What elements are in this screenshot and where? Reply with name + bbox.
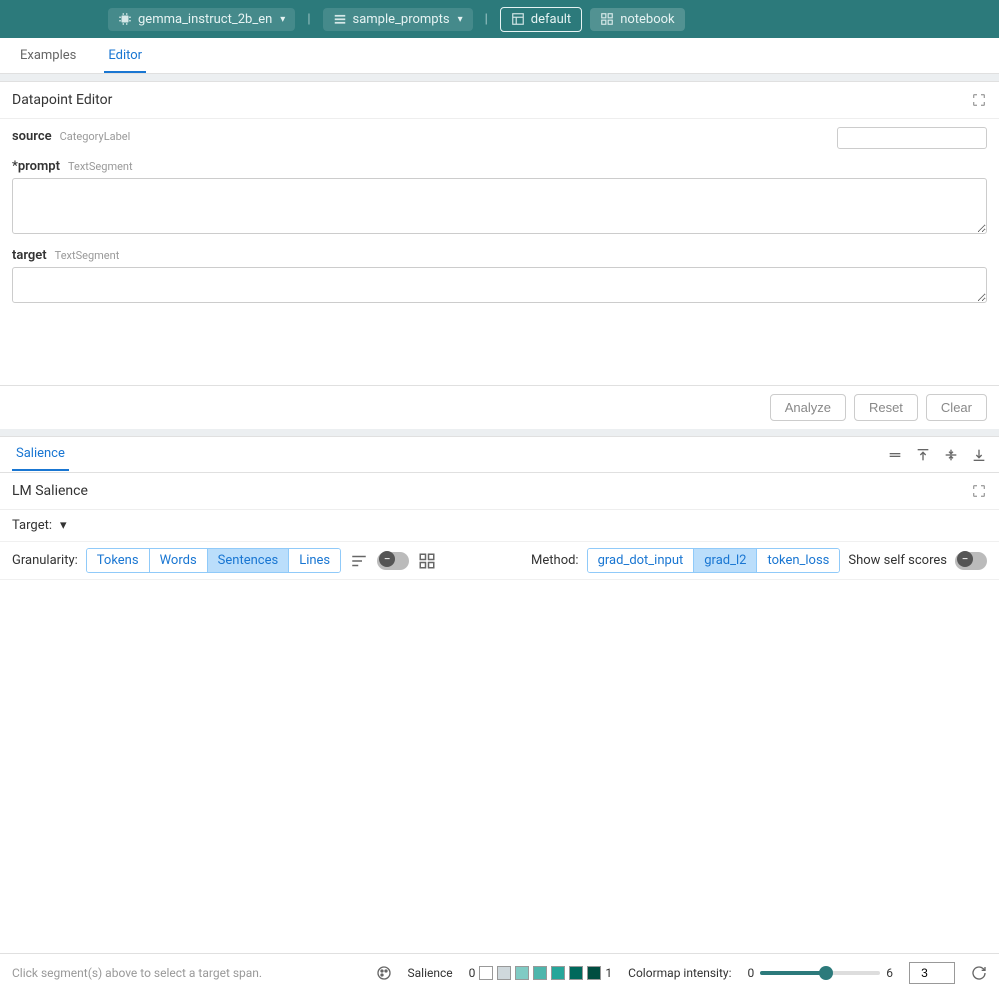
prompt-type: TextSegment [68,160,133,173]
actions-bar: Analyze Reset Clear [0,385,999,429]
top-tabs: Examples Editor [0,38,999,74]
self-scores-toggle[interactable] [955,552,987,570]
panel-title: Datapoint Editor [12,92,112,108]
legend-swatch [569,966,583,980]
refresh-icon[interactable] [971,965,987,981]
target-selector-label: Target: [12,518,52,533]
layout-label: default [531,12,571,27]
granularity-group: Tokens Words Sentences Lines [86,548,341,573]
separator: | [481,12,492,27]
model-selector[interactable]: gemma_instruct_2b_en ▾ [108,8,295,31]
granularity-lines[interactable]: Lines [289,549,340,572]
legend-swatch [479,966,493,980]
legend-max: 1 [605,966,612,980]
chevron-down-icon: ▾ [458,14,463,25]
granularity-tokens[interactable]: Tokens [87,549,150,572]
target-textarea[interactable] [12,267,987,303]
header-bar: gemma_instruct_2b_en ▾ | sample_prompts … [0,0,999,38]
source-type: CategoryLabel [60,130,131,143]
slider-max: 6 [886,966,893,980]
tab-editor[interactable]: Editor [104,40,146,73]
method-group: grad_dot_input grad_l2 token_loss [587,548,841,573]
lm-salience-title: LM Salience [12,483,88,499]
source-label: source [12,129,52,144]
prompt-textarea[interactable] [12,178,987,234]
colormap-label: Colormap intensity: [628,966,731,980]
salience-tabs: Salience [0,437,999,473]
density-icon[interactable] [349,551,369,571]
footer: Click segment(s) above to select a targe… [0,953,999,991]
grid-view-icon[interactable] [417,551,437,571]
divider-strip [0,74,999,82]
fullscreen-icon[interactable] [971,92,987,108]
intensity-input[interactable] [909,962,955,984]
method-token-loss[interactable]: token_loss [757,549,839,572]
salience-legend-label: Salience [408,966,453,980]
granularity-label: Granularity: [12,553,78,568]
tab-salience[interactable]: Salience [12,438,69,471]
target-dropdown[interactable]: ▾ [60,518,67,533]
prompt-label: *prompt [12,159,60,174]
salience-legend: 0 1 [469,966,613,980]
method-grad-dot-input[interactable]: grad_dot_input [588,549,695,572]
tab-examples[interactable]: Examples [16,40,80,73]
legend-swatch [497,966,511,980]
palette-icon [376,965,392,981]
granularity-method-row: Granularity: Tokens Words Sentences Line… [0,542,999,580]
slider-min: 0 [748,966,755,980]
layout-default[interactable]: default [500,7,582,32]
align-center-icon[interactable] [943,447,959,463]
clear-button[interactable]: Clear [926,394,987,421]
legend-swatch [587,966,601,980]
list-icon [333,12,347,26]
slider-thumb[interactable] [819,966,833,980]
target-row: Target: ▾ [0,510,999,542]
align-bottom-icon[interactable] [971,447,987,463]
granularity-sentences[interactable]: Sentences [208,549,290,572]
target-type: TextSegment [55,249,120,262]
layout-icon [511,12,525,26]
lm-salience-header: LM Salience [0,473,999,510]
datapoint-editor-body: source CategoryLabel *prompt TextSegment… [0,119,999,325]
chevron-down-icon: ▾ [280,14,285,25]
legend-swatch [551,966,565,980]
show-self-scores-label: Show self scores [848,553,947,568]
model-name: gemma_instruct_2b_en [138,12,272,27]
dataset-selector[interactable]: sample_prompts ▾ [323,8,473,31]
separator: | [303,12,314,27]
datapoint-editor-header: Datapoint Editor [0,82,999,119]
notebook-label: notebook [620,12,674,27]
drag-handle-icon[interactable] [887,447,903,463]
legend-swatch [533,966,547,980]
layout-notebook[interactable]: notebook [590,8,684,31]
analyze-button[interactable]: Analyze [770,394,846,421]
source-input[interactable] [837,127,987,149]
fullscreen-icon[interactable] [971,483,987,499]
reset-button[interactable]: Reset [854,394,918,421]
grid-icon [600,12,614,26]
chip-icon [118,12,132,26]
legend-min: 0 [469,966,476,980]
legend-swatch [515,966,529,980]
display-toggle[interactable] [377,552,409,570]
dataset-name: sample_prompts [353,12,450,27]
target-label: target [12,248,47,263]
granularity-words[interactable]: Words [150,549,208,572]
colormap-slider-wrap: 0 6 [748,966,894,980]
colormap-slider[interactable] [760,971,880,975]
method-label: Method: [531,553,579,568]
divider-strip [0,429,999,437]
footer-hint: Click segment(s) above to select a targe… [12,966,360,980]
align-top-icon[interactable] [915,447,931,463]
method-grad-l2[interactable]: grad_l2 [694,549,757,572]
